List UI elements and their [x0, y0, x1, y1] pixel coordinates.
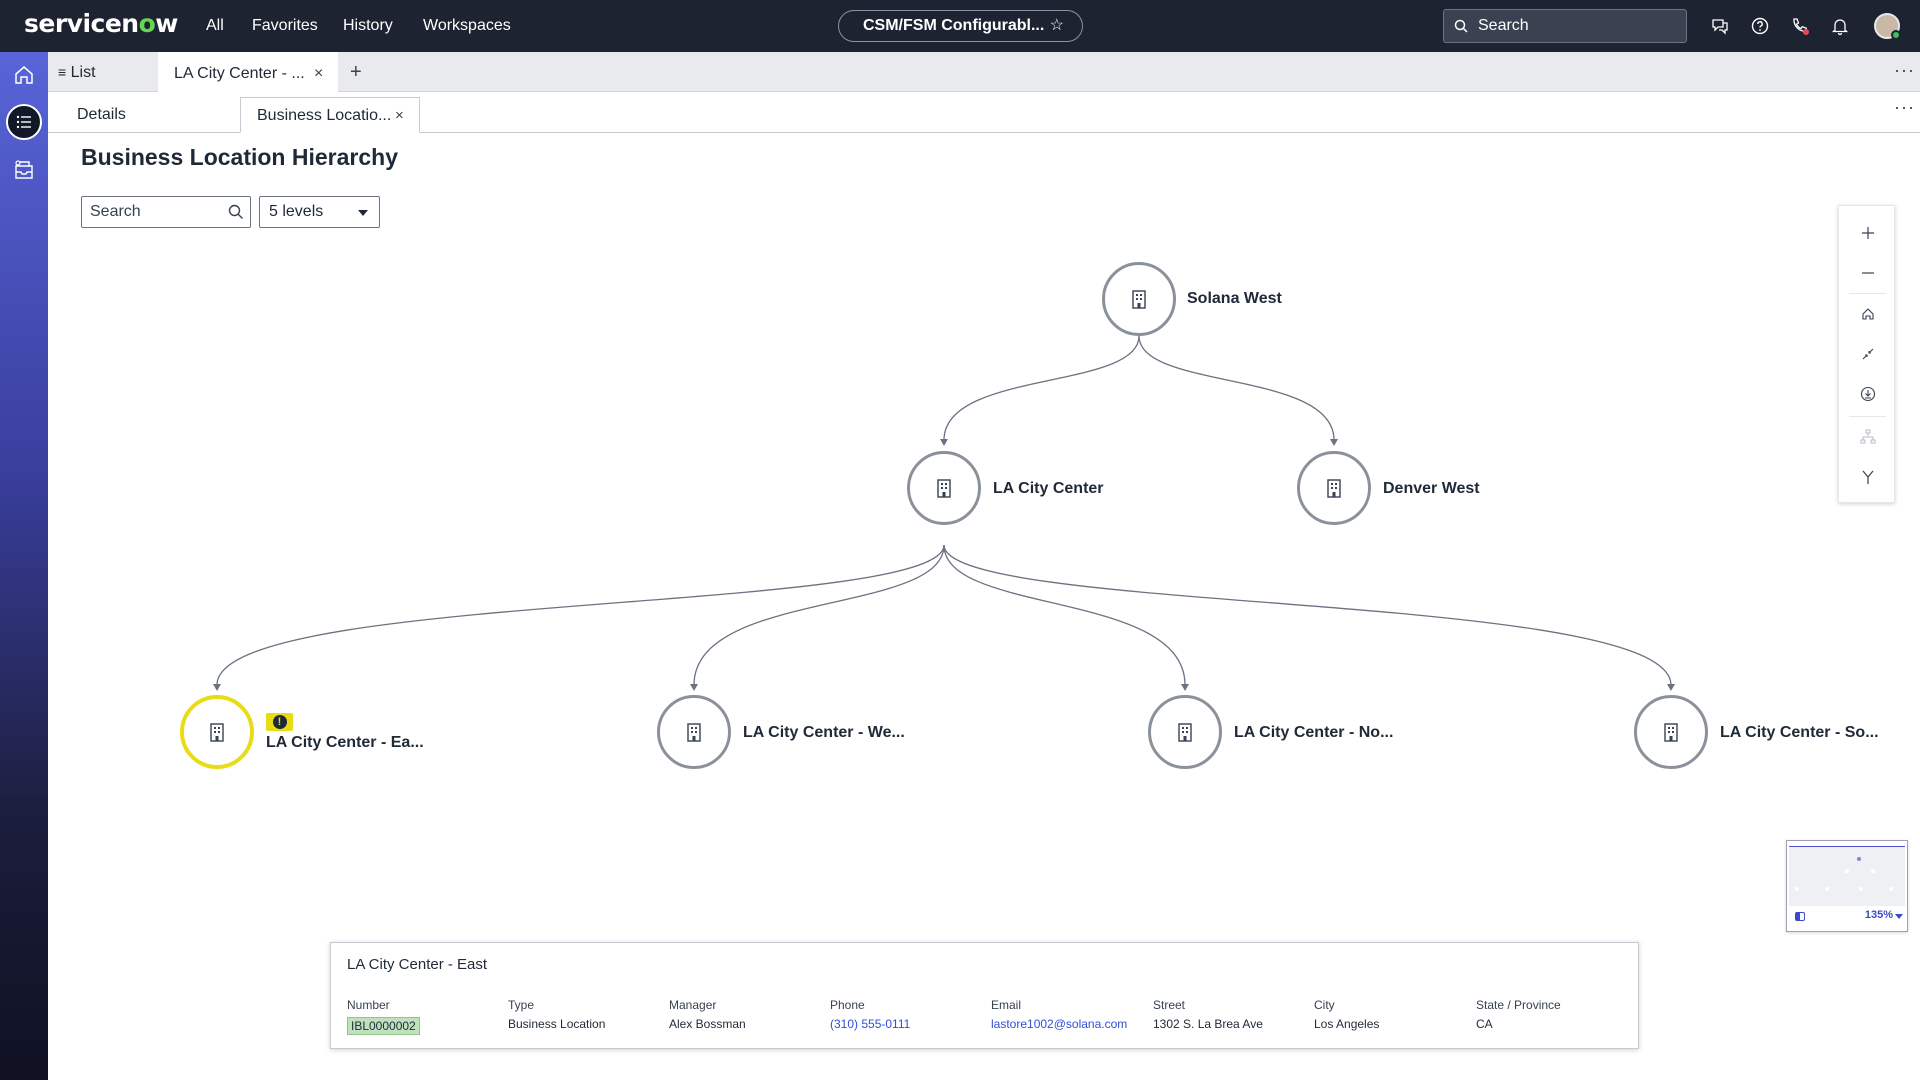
field-phone: Phone (310) 555-0111 — [830, 998, 910, 1031]
node-label: LA City Center - We... — [743, 724, 905, 741]
field-value: Business Location — [508, 1017, 606, 1031]
edge-la-east — [216, 544, 945, 686]
node-label: Denver West — [1383, 480, 1480, 497]
zoom-out-button[interactable] — [1839, 255, 1896, 291]
minimap-viewport[interactable] — [1789, 846, 1905, 906]
arrowhead-north — [1181, 684, 1189, 691]
node-la-city-center-north[interactable] — [1148, 695, 1222, 769]
collapse-icon — [1862, 348, 1873, 360]
field-value: Los Angeles — [1314, 1017, 1380, 1031]
zoom-in-button[interactable] — [1839, 215, 1896, 251]
arrowhead-la — [940, 439, 948, 446]
minimap-node — [1825, 887, 1829, 891]
branch-layout-button[interactable] — [1839, 459, 1896, 495]
hierarchy-connectors — [213, 335, 1675, 691]
field-label: City — [1314, 998, 1335, 1012]
node-denver-west[interactable] — [1297, 451, 1371, 525]
toolbar-divider — [1849, 416, 1886, 417]
minimap-node — [1795, 887, 1799, 891]
building-icon — [1178, 723, 1192, 742]
arrowhead-denver — [1330, 439, 1338, 446]
fit-home-button[interactable] — [1839, 296, 1896, 332]
arrowhead-east — [213, 684, 221, 691]
hierarchy-icon — [1860, 429, 1875, 444]
field-value: IBL0000002 — [347, 1017, 420, 1035]
minimap-node — [1889, 887, 1893, 891]
minimap-node — [1857, 857, 1861, 861]
node-label: LA City Center — [993, 480, 1104, 497]
download-icon — [1860, 386, 1875, 402]
node-label: Solana West — [1187, 290, 1282, 307]
building-icon — [210, 723, 224, 742]
node-solana-west[interactable] — [1102, 262, 1176, 336]
node-label: LA City Center - So... — [1720, 724, 1879, 741]
field-value: 1302 S. La Brea Ave — [1153, 1017, 1263, 1031]
collapse-button[interactable] — [1839, 336, 1896, 372]
field-value: CA — [1476, 1017, 1493, 1031]
minimap-toggle-icon[interactable] — [1795, 912, 1805, 921]
building-icon — [1327, 479, 1341, 498]
node-la-city-center-south[interactable] — [1634, 695, 1708, 769]
edge-solana-la — [943, 335, 1140, 441]
detail-title: LA City Center - East — [347, 956, 488, 973]
field-value: Alex Bossman — [669, 1017, 746, 1031]
toolbar-divider — [1849, 293, 1886, 294]
node-la-city-center-west[interactable] — [657, 695, 731, 769]
field-number: Number IBL0000002 — [347, 998, 420, 1035]
field-state: State / Province CA — [1476, 998, 1561, 1031]
field-street: Street 1302 S. La Brea Ave — [1153, 998, 1263, 1031]
node-la-city-center-east[interactable] — [180, 695, 254, 769]
field-label: Manager — [669, 998, 717, 1012]
minimap-node — [1845, 869, 1849, 873]
branch-icon — [1862, 470, 1873, 484]
location-detail-card: LA City Center - East Number IBL0000002 … — [330, 942, 1639, 1049]
arrowhead-west — [690, 684, 698, 691]
field-type: Type Business Location — [508, 998, 605, 1031]
chevron-down-icon[interactable] — [1895, 914, 1903, 919]
building-icon — [1132, 290, 1146, 309]
edge-solana-denver — [1138, 335, 1335, 441]
download-button[interactable] — [1839, 376, 1896, 412]
node-la-city-center[interactable] — [907, 451, 981, 525]
minimap[interactable]: 135% — [1786, 840, 1908, 932]
node-label: LA City Center - Ea... — [266, 734, 424, 751]
warning-badge: ! — [266, 713, 293, 731]
field-label: State / Province — [1476, 998, 1561, 1012]
field-label: Street — [1153, 998, 1186, 1012]
arrowhead-south — [1667, 684, 1675, 691]
field-city: City Los Angeles — [1314, 998, 1379, 1031]
minimap-node — [1871, 869, 1875, 873]
warning-icon: ! — [272, 715, 287, 729]
field-label: Type — [508, 998, 535, 1012]
field-email: Email lastore1002@solana.com — [991, 998, 1127, 1031]
building-icon — [687, 723, 701, 742]
edge-la-west — [693, 544, 945, 686]
node-label: LA City Center - No... — [1234, 724, 1394, 741]
edge-la-south — [943, 544, 1672, 686]
zoom-level[interactable]: 135% — [1865, 909, 1893, 921]
graph-toolbar — [1838, 205, 1895, 503]
zoom-out-icon — [1861, 272, 1874, 274]
building-icon — [937, 479, 951, 498]
field-label: Email — [991, 998, 1022, 1012]
hierarchy-layout-button[interactable] — [1839, 419, 1896, 455]
zoom-in-icon — [1861, 227, 1874, 239]
field-manager: Manager Alex Bossman — [669, 998, 746, 1031]
email-link[interactable]: lastore1002@solana.com — [991, 1017, 1127, 1031]
minimap-node — [1859, 887, 1863, 891]
edge-la-north — [943, 544, 1186, 686]
field-label: Number — [347, 998, 390, 1012]
fit-home-icon — [1861, 308, 1874, 320]
phone-link[interactable]: (310) 555-0111 — [830, 1017, 910, 1031]
building-icon — [1664, 723, 1678, 742]
field-label: Phone — [830, 998, 865, 1012]
